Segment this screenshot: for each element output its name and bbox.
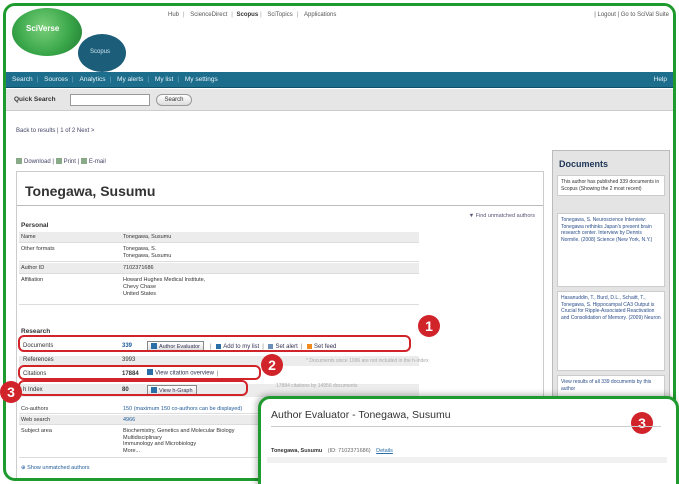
header: SciVerse Scopus Hub | ScienceDirect | Scop… [6,6,673,72]
callout-badge-3-popup: 3 [631,412,653,434]
download-icon [16,158,22,164]
nav-analytics[interactable]: Analytics [76,72,110,88]
sidebar-doc-2[interactable]: Hasanuddin, T., Burd, D.L., Schaitt, T.,… [557,291,665,371]
logo-sub-text: Scopus [90,49,111,55]
sidebar-doc-1[interactable]: Tonegawa, S. Neuroscience Interview: Ton… [557,213,665,287]
show-unmatched-label: Show unmatched authors [27,465,90,471]
callout-badge-2: 2 [261,354,283,376]
separator: | [183,12,185,18]
download-link[interactable]: Download [24,159,51,165]
row-label: Other formats [21,246,55,252]
top-link-sciencedirect[interactable]: ScienceDirect [190,12,227,18]
logo-main-text: SciVerse [26,24,60,33]
nav-my-settings[interactable]: My settings [181,72,222,88]
citations-note: 17884 citations by 14956 documents [276,383,358,389]
documents-sidebar: Documents This author has published 339 … [552,150,670,410]
main-nav: Search | Sources | Analytics | My alerts | M… [6,72,673,88]
nav-my-list[interactable]: My list [151,72,177,88]
row-label: Co-authors [21,406,49,412]
references-label: References [23,357,54,363]
row-value[interactable]: 150 (maximum 150 co-authors can be displ… [123,406,242,413]
quick-search-button[interactable]: Search [156,94,192,106]
personal-row-name: Name Tonegawa, Susumu [19,232,419,243]
personal-row-affiliation: Affiliation Howard Hughes Medical Instit… [19,275,419,305]
popup-content-bar [267,457,667,463]
popup-title: Author Evaluator - Tonegawa, Susumu [271,409,451,421]
nav-divider: | [109,77,112,83]
find-unmatched-link[interactable]: ▼ Find unmatched authors [469,213,535,219]
sidebar-intro: This author has published 339 documents … [557,175,665,196]
separator: | [260,12,262,18]
sciverse-logo[interactable]: SciVerse [12,8,82,56]
nav-sources[interactable]: Sources [40,72,72,88]
user-links[interactable]: | Logout | Go to SciVal Suite [594,12,669,18]
quick-search-input[interactable] [70,94,150,106]
separator: | [296,12,299,18]
popup-author-name: Tonegawa, Susumu [271,448,323,454]
sidebar-title: Documents [559,159,609,169]
print-icon [55,158,62,164]
row-label: Web search [21,417,51,423]
documents-highlight [18,335,411,352]
find-unmatched-label: Find unmatched authors [475,213,535,219]
quick-search-label: Quick Search [14,96,56,103]
row-label: Subject area [21,428,52,434]
popup-author-id: (ID: 7102371686) [327,448,371,454]
row-value: Howard Hughes Medical Institute, Chevy C… [123,277,206,297]
references-count: 3993 [122,357,136,363]
nav-divider: | [71,77,74,83]
top-link-applications[interactable]: Applications [304,12,336,18]
top-link-scitopics[interactable]: SciTopics [267,12,292,18]
top-link-hub[interactable]: Hub [168,12,179,18]
research-section-title: Research [21,328,51,335]
separator: | [231,12,233,18]
quick-search-bar: Quick Search Search [6,89,673,111]
breadcrumb[interactable]: Back to results | 1 of 2 Next > [16,128,94,134]
nav-search[interactable]: Search [6,72,37,88]
author-evaluator-popup: Author Evaluator - Tonegawa, Susumu 3 To… [258,396,679,484]
action-links: Download | Print | E-mail [16,158,106,165]
top-link-scopus[interactable]: Scopus [237,12,259,18]
top-links: Hub | ScienceDirect | Scopus | SciTopics | A… [166,12,338,18]
hindex-note: * Documents since 1996 are not included … [306,358,429,364]
citations-highlight [18,365,261,380]
row-label: Author ID [21,265,45,271]
row-label: Name [21,234,36,240]
row-value: Tonegawa, S. Tonegawa, Susumu [123,246,172,259]
row-value[interactable]: 4966 [123,417,135,424]
personal-row-other-formats: Other formats Tonegawa, S. Tonegawa, Sus… [19,244,419,262]
email-link[interactable]: E-mail [89,159,106,165]
arrow-icon: ▼ [468,213,476,219]
author-name: Tonegawa, Susumu [25,183,156,199]
nav-divider: | [177,77,179,83]
nav-divider: | [147,77,149,83]
divider [17,205,543,206]
show-unmatched-link[interactable]: ⊕ Show unmatched authors [21,465,90,471]
print-link[interactable]: Print [64,159,76,165]
row-value: 7102371686 [123,265,154,271]
row-value: Tonegawa, Susumu [123,234,172,240]
popup-details-link[interactable]: Details [376,448,393,454]
scopus-logo[interactable]: Scopus [78,34,126,72]
personal-row-author-id: Author ID 7102371686 [19,263,419,274]
row-label: Affiliation [21,277,44,283]
nav-my-alerts[interactable]: My alerts [113,72,147,88]
sidebar-view-all-link[interactable]: View results of all 339 documents by thi… [557,375,665,397]
personal-section-title: Personal [21,222,49,229]
email-icon [80,158,87,164]
hindex-highlight [18,380,248,396]
subject-area-row: Subject area Biochemistry, Genetics and … [19,426,269,458]
nav-divider: | [36,77,39,83]
row-value: Biochemistry, Genetics and Molecular Bio… [123,428,235,454]
popup-author-line: Tonegawa, Susumu (ID: 7102371686) Detail… [271,448,393,454]
callout-badge-1: 1 [418,315,440,337]
nav-help[interactable]: Help [654,72,667,88]
callout-badge-3-left: 3 [0,381,22,403]
divider [271,426,661,427]
